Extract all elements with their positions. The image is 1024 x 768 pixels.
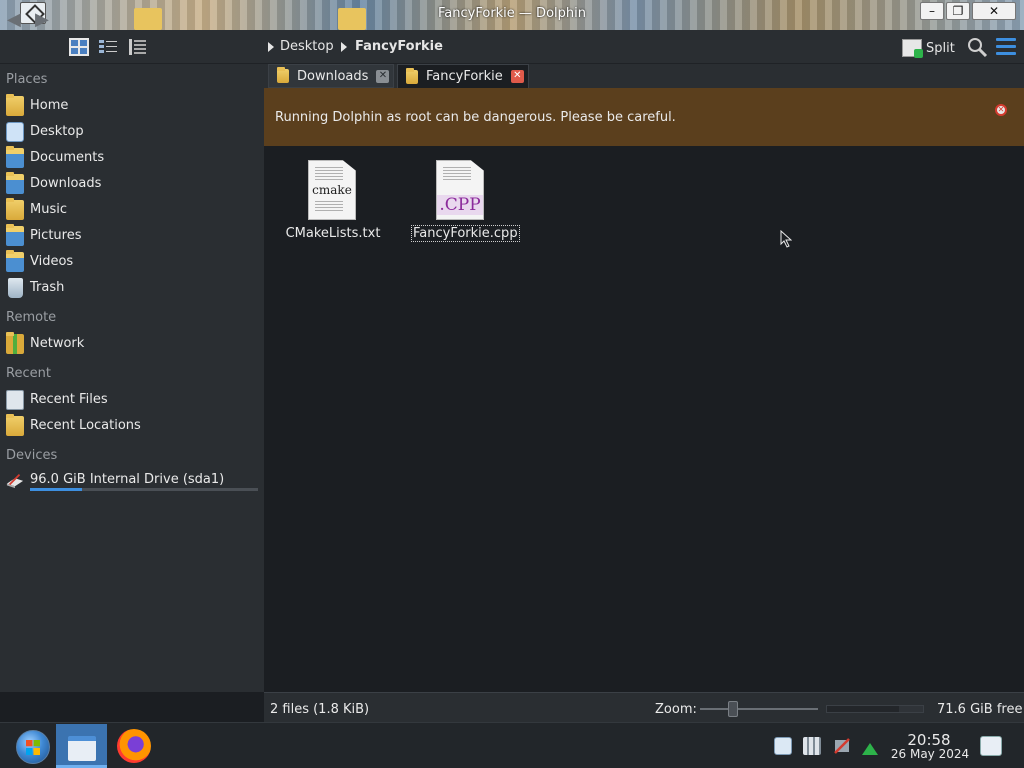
sidebar-item-desktop[interactable]: Desktop	[4, 120, 258, 144]
file-item-cmakelists[interactable]: cmake CMakeLists.txt	[283, 160, 383, 250]
sidebar-item-downloads[interactable]: Downloads	[4, 172, 258, 196]
back-button[interactable]: ◀	[7, 9, 21, 30]
section-title-devices: Devices	[6, 448, 58, 463]
network-disconnected-icon[interactable]	[833, 737, 851, 755]
section-title-recent: Recent	[6, 366, 51, 381]
sidebar-item-label: Downloads	[30, 176, 102, 191]
updates-arrow-icon[interactable]	[861, 740, 879, 758]
sidebar-item-label: Recent Locations	[30, 418, 141, 433]
sidebar-item-label: Trash	[30, 280, 65, 295]
zoom-slider-handle[interactable]	[728, 701, 739, 717]
home-folder-icon	[6, 94, 24, 116]
trash-icon	[8, 278, 23, 298]
sidebar-item-label: Music	[30, 202, 67, 217]
sidebar-item-network[interactable]: Network	[4, 332, 258, 356]
sidebar-item-music[interactable]: Music	[4, 198, 258, 222]
sidebar-item-label: Documents	[30, 150, 105, 165]
music-folder-icon	[6, 198, 24, 220]
zoom-slider[interactable]	[700, 708, 818, 710]
videos-folder-icon	[6, 250, 24, 272]
free-space-fill	[827, 706, 899, 712]
search-icon[interactable]	[966, 36, 988, 58]
sidebar-item-trash[interactable]: Trash	[4, 276, 258, 300]
file-name: FancyForkie.cpp	[411, 225, 520, 242]
device-notifier-icon[interactable]	[803, 737, 821, 755]
drive-usage-fill	[30, 488, 83, 491]
clock-date[interactable]: 26 May 2024	[888, 747, 972, 761]
zoom-label: Zoom:	[655, 702, 697, 717]
close-window-button[interactable]: ✕	[972, 2, 1016, 20]
sidebar-item-recent-files[interactable]: Recent Files	[4, 388, 258, 412]
notifications-icon[interactable]	[980, 736, 1002, 756]
recent-locations-icon	[6, 414, 24, 436]
file-glyph: .CPP	[437, 195, 483, 215]
file-item-fancyforkie-cpp[interactable]: .CPP FancyForkie.cpp	[411, 160, 520, 250]
sidebar-item-documents[interactable]: Documents	[4, 146, 258, 170]
minimize-button[interactable]: –	[920, 2, 944, 20]
warning-message: Running Dolphin as root can be dangerous…	[275, 110, 676, 125]
split-view-icon	[902, 39, 923, 58]
tab-label: Downloads	[297, 68, 369, 84]
clipboard-icon[interactable]	[774, 737, 792, 755]
sidebar-item-pictures[interactable]: Pictures	[4, 224, 258, 248]
section-title-remote: Remote	[6, 310, 57, 325]
split-label: Split	[926, 40, 955, 56]
details-view-icon[interactable]	[128, 38, 148, 56]
section-title-places: Places	[6, 72, 48, 87]
pictures-folder-icon	[6, 224, 24, 246]
hamburger-menu-icon[interactable]	[996, 38, 1016, 56]
network-icon	[6, 332, 24, 354]
drive-usage-bar	[30, 488, 258, 491]
breadcrumb-separator-icon	[341, 42, 347, 52]
breadcrumb-fancyforkie[interactable]: FancyForkie	[355, 39, 443, 54]
free-space-text: 71.6 GiB free	[937, 702, 1023, 717]
taskbar-dolphin[interactable]	[56, 724, 107, 768]
close-tab-button[interactable]: ✕	[510, 70, 524, 83]
folder-icon	[406, 67, 418, 84]
status-summary: 2 files (1.8 KiB)	[270, 702, 370, 717]
icons-view-icon[interactable]	[69, 38, 89, 56]
mouse-cursor-icon	[780, 230, 792, 248]
start-menu-button[interactable]	[16, 730, 50, 764]
breadcrumb-separator-icon	[268, 42, 274, 52]
downloads-folder-icon	[6, 172, 24, 194]
cpp-file-icon: .CPP	[436, 160, 484, 220]
main-toolbar	[0, 30, 1024, 64]
breadcrumb-desktop[interactable]: Desktop	[280, 39, 334, 54]
file-name-text: FancyForkie.cpp	[411, 225, 520, 242]
sidebar-item-label: Home	[30, 98, 69, 113]
text-file-icon: cmake	[308, 160, 356, 220]
sidebar-item-label: Desktop	[30, 124, 84, 139]
folder-icon	[277, 67, 289, 83]
file-name: CMakeLists.txt	[285, 226, 381, 241]
hard-drive-icon	[6, 473, 24, 489]
forward-button[interactable]: ▶	[35, 9, 49, 30]
root-warning-banner: Running Dolphin as root can be dangerous…	[264, 88, 1024, 146]
tab-fancyforkie[interactable]: FancyForkie ✕	[397, 64, 529, 88]
sidebar-item-label: Network	[30, 336, 85, 351]
window-title: FancyForkie — Dolphin	[438, 6, 586, 21]
desktop-icon	[6, 122, 24, 142]
recent-files-icon	[6, 390, 24, 410]
file-glyph: cmake	[312, 183, 352, 197]
sidebar-item-home[interactable]: Home	[4, 94, 258, 118]
sidebar-item-label: 96.0 GiB Internal Drive (sda1)	[30, 472, 225, 487]
taskbar-firefox[interactable]	[117, 729, 151, 763]
sidebar-item-label: Videos	[30, 254, 74, 269]
tab-label: FancyForkie	[426, 69, 503, 84]
split-button[interactable]: Split	[902, 37, 955, 59]
sidebar-item-label: Recent Files	[30, 392, 108, 407]
sidebar-item-label: Pictures	[30, 228, 82, 243]
dismiss-warning-button[interactable]: ✕	[995, 104, 1007, 116]
close-tab-button[interactable]: ✕	[376, 69, 390, 83]
tab-downloads[interactable]: Downloads ✕	[268, 64, 394, 88]
file-view[interactable]: cmake CMakeLists.txt .CPP FancyForkie.cp…	[264, 146, 1024, 692]
sidebar-item-videos[interactable]: Videos	[4, 250, 258, 274]
free-space-bar	[826, 705, 924, 713]
status-bar: 2 files (1.8 KiB) Zoom: 71.6 GiB free	[264, 692, 1024, 722]
documents-folder-icon	[6, 146, 24, 168]
maximize-button[interactable]: ❐	[946, 2, 970, 20]
sidebar-item-recent-locations[interactable]: Recent Locations	[4, 414, 258, 438]
compact-view-icon[interactable]	[98, 38, 118, 56]
